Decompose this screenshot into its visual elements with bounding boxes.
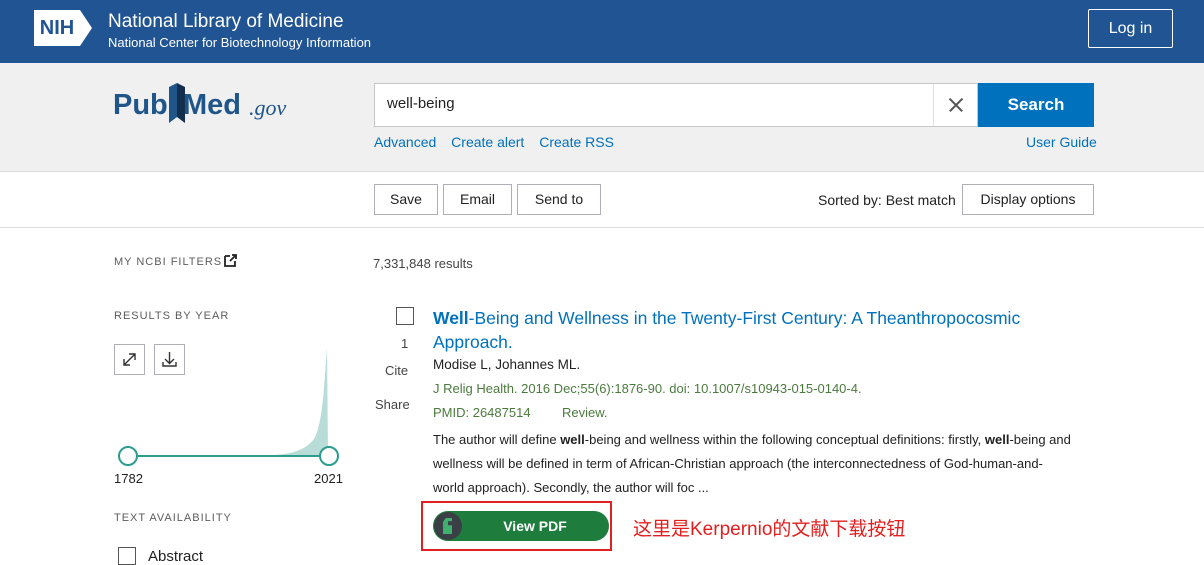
send-to-button[interactable]: Send to bbox=[517, 184, 601, 215]
pubmed-logo-med: Med bbox=[183, 89, 241, 121]
result-title-link[interactable]: Well-Being and Wellness in the Twenty-Fi… bbox=[433, 306, 1053, 354]
pubmed-logo-pub: Pub bbox=[113, 89, 168, 121]
result-type-badge: Review. bbox=[562, 405, 608, 420]
result-citation: J Relig Health. 2016 Dec;55(6):1876-90. … bbox=[433, 381, 862, 396]
my-ncbi-filters-label[interactable]: MY NCBI FILTERS bbox=[114, 256, 222, 268]
year-end-label: 2021 bbox=[314, 471, 343, 486]
search-band: Pub Med .gov Search Advanced Create aler… bbox=[0, 63, 1204, 172]
result-authors: Modise L, Johannes ML. bbox=[433, 357, 581, 372]
result-title-text: -Being and Wellness in the Twenty-First … bbox=[433, 308, 1021, 352]
abstract-filter-label[interactable]: Abstract bbox=[148, 548, 203, 565]
abstract-text: -being and wellness within the following… bbox=[584, 432, 985, 447]
sorted-by-label: Sorted by: Best match bbox=[818, 192, 956, 208]
search-input[interactable] bbox=[387, 95, 927, 112]
result-title-highlight: Well bbox=[433, 308, 469, 328]
actions-bar: Save Email Send to Sorted by: Best match… bbox=[0, 172, 1204, 228]
user-guide-link[interactable]: User Guide bbox=[1026, 134, 1097, 150]
pubmed-logo-gov: .gov bbox=[249, 95, 287, 120]
results-by-year-chart bbox=[114, 345, 344, 485]
results-count: 7,331,848 results bbox=[373, 256, 473, 271]
login-button[interactable]: Log in bbox=[1088, 9, 1173, 48]
search-links: Advanced Create alert Create RSS bbox=[374, 134, 625, 150]
advanced-link[interactable]: Advanced bbox=[374, 134, 436, 150]
nih-header: NIH National Library of Medicine Nationa… bbox=[0, 0, 1204, 63]
abstract-highlight: well bbox=[984, 432, 1010, 447]
create-rss-link[interactable]: Create RSS bbox=[539, 134, 614, 150]
email-button[interactable]: Email bbox=[443, 184, 512, 215]
abstract-text: The author will define bbox=[433, 432, 561, 447]
pubmed-logo[interactable]: Pub Med .gov bbox=[113, 83, 303, 133]
year-slider-start-handle bbox=[118, 446, 138, 466]
search-button[interactable]: Search bbox=[978, 83, 1094, 127]
view-pdf-button[interactable]: View PDF bbox=[433, 511, 609, 541]
clear-search-icon[interactable] bbox=[933, 84, 977, 126]
view-pdf-label: View PDF bbox=[503, 518, 567, 534]
text-availability-label: TEXT AVAILABILITY bbox=[114, 512, 232, 524]
year-slider-end-handle bbox=[319, 446, 339, 466]
year-histogram-area bbox=[128, 347, 328, 455]
share-button[interactable]: Share bbox=[375, 397, 410, 412]
create-alert-link[interactable]: Create alert bbox=[451, 134, 524, 150]
results-by-year-label: RESULTS BY YEAR bbox=[114, 310, 230, 322]
nih-logo[interactable]: NIH bbox=[34, 10, 94, 46]
nlm-title[interactable]: National Library of Medicine bbox=[108, 11, 344, 33]
annotation-text: 这里是Kerpernio的文献下载按钮 bbox=[633, 519, 906, 540]
nih-logo-arrow-icon bbox=[80, 10, 92, 46]
kerpernio-logo-icon bbox=[434, 512, 462, 540]
external-link-icon[interactable] bbox=[224, 254, 237, 267]
nih-logo-text: NIH bbox=[34, 10, 80, 46]
search-box bbox=[374, 83, 978, 127]
result-select-checkbox[interactable] bbox=[396, 307, 414, 325]
cite-button[interactable]: Cite bbox=[385, 363, 408, 378]
ncbi-subtitle[interactable]: National Center for Biotechnology Inform… bbox=[108, 35, 371, 50]
abstract-filter-checkbox[interactable] bbox=[118, 547, 136, 565]
display-options-button[interactable]: Display options bbox=[962, 184, 1094, 215]
abstract-highlight: well bbox=[560, 432, 585, 447]
save-button[interactable]: Save bbox=[374, 184, 438, 215]
result-abstract-snippet: The author will define well-being and we… bbox=[433, 428, 1073, 500]
result-pmid: PMID: 26487514 bbox=[433, 405, 531, 420]
year-histogram[interactable] bbox=[114, 345, 344, 485]
result-number: 1 bbox=[401, 336, 409, 351]
year-start-label: 1782 bbox=[114, 471, 143, 486]
